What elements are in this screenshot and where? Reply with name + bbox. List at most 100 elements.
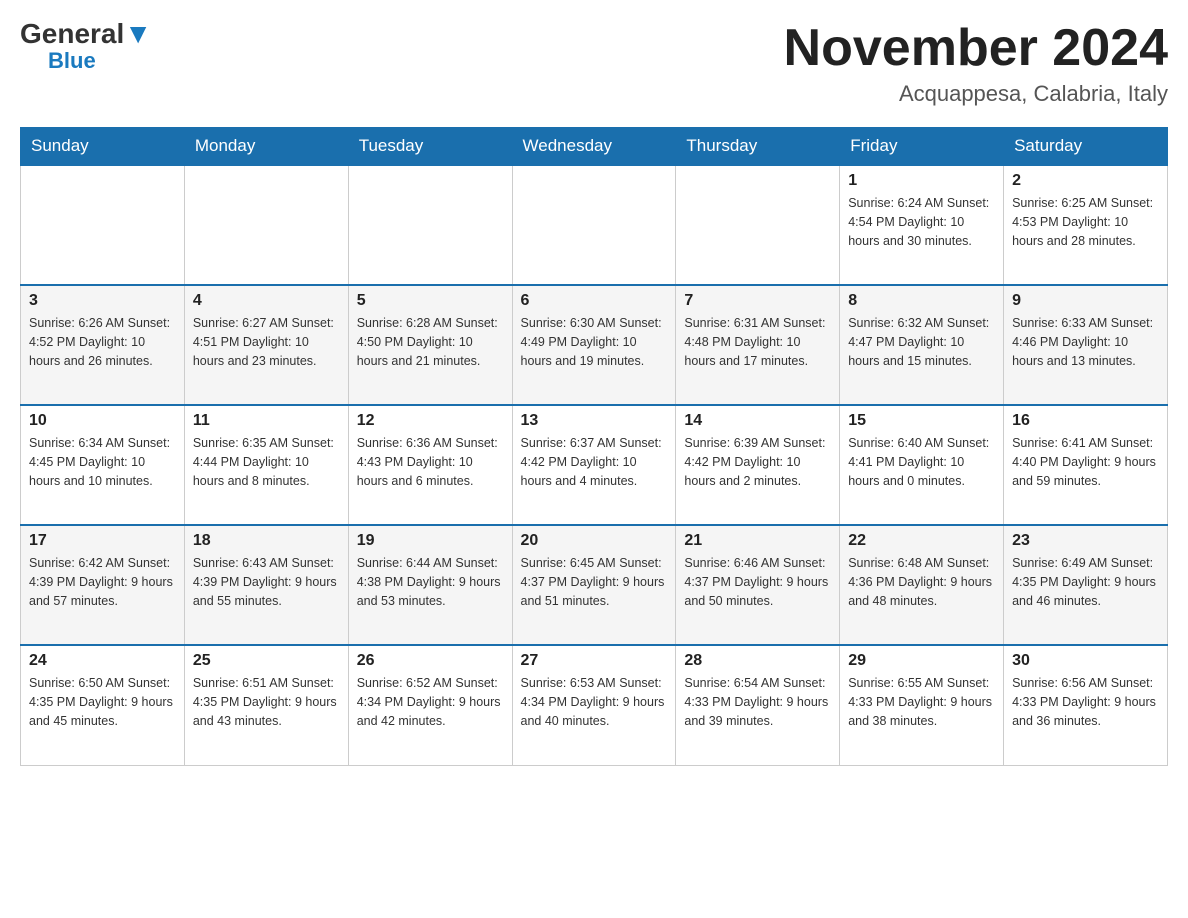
day-info: Sunrise: 6:52 AM Sunset: 4:34 PM Dayligh…: [357, 674, 504, 730]
week-row-2: 3 Sunrise: 6:26 AM Sunset: 4:52 PM Daylig…: [21, 285, 1168, 405]
col-sunday: Sunday: [21, 128, 185, 166]
day-info: Sunrise: 6:56 AM Sunset: 4:33 PM Dayligh…: [1012, 674, 1159, 730]
calendar-cell: 5Sunrise: 6:28 AM Sunset: 4:50 PM Daylig…: [348, 285, 512, 405]
day-info: Sunrise: 6:27 AM Sunset: 4:51 PM Dayligh…: [193, 314, 340, 370]
day-info: Sunrise: 6:43 AM Sunset: 4:39 PM Dayligh…: [193, 554, 340, 610]
calendar-cell: 3 Sunrise: 6:26 AM Sunset: 4:52 PM Daylig…: [21, 285, 185, 405]
day-number: 12: [357, 412, 504, 430]
day-info: Sunrise: 6:26 AM Sunset: 4:52 PM Dayligh…: [29, 314, 176, 370]
day-info: Sunrise: 6:39 AM Sunset: 4:42 PM Dayligh…: [684, 434, 831, 490]
day-info: Sunrise: 6:49 AM Sunset: 4:35 PM Dayligh…: [1012, 554, 1159, 610]
day-number: 30: [1012, 652, 1159, 670]
calendar-cell: 8 Sunrise: 6:32 AM Sunset: 4:47 PM Daylig…: [840, 285, 1004, 405]
day-number: 27: [521, 652, 668, 670]
day-info: Sunrise: 6:46 AM Sunset: 4:37 PM Dayligh…: [684, 554, 831, 610]
calendar-cell: 4 Sunrise: 6:27 AM Sunset: 4:51 PM Daylig…: [184, 285, 348, 405]
day-info: Sunrise: 6:24 AM Sunset: 4:54 PM Dayligh…: [848, 194, 995, 250]
calendar-cell: 30 Sunrise: 6:56 AM Sunset: 4:33 PM Dayli…: [1004, 645, 1168, 765]
calendar-cell: 21 Sunrise: 6:46 AM Sunset: 4:37 PM Dayli…: [676, 525, 840, 645]
day-number: 22: [848, 532, 995, 550]
day-number: 25: [193, 652, 340, 670]
day-number: 23: [1012, 532, 1159, 550]
calendar-cell: 7 Sunrise: 6:31 AM Sunset: 4:48 PM Daylig…: [676, 285, 840, 405]
calendar-cell: 27 Sunrise: 6:53 AM Sunset: 4:34 PM Dayli…: [512, 645, 676, 765]
day-info: Sunrise: 6:25 AM Sunset: 4:53 PM Dayligh…: [1012, 194, 1159, 250]
day-info: Sunrise: 6:55 AM Sunset: 4:33 PM Dayligh…: [848, 674, 995, 730]
calendar-cell: 23 Sunrise: 6:49 AM Sunset: 4:35 PM Dayli…: [1004, 525, 1168, 645]
month-title: November 2024: [784, 20, 1168, 77]
day-info: Sunrise: 6:33 AM Sunset: 4:46 PM Dayligh…: [1012, 314, 1159, 370]
calendar-cell: 2 Sunrise: 6:25 AM Sunset: 4:53 PM Daylig…: [1004, 165, 1168, 285]
day-info: Sunrise: 6:40 AM Sunset: 4:41 PM Dayligh…: [848, 434, 995, 490]
day-number: 26: [357, 652, 504, 670]
calendar-cell: [348, 165, 512, 285]
col-tuesday: Tuesday: [348, 128, 512, 166]
day-info: Sunrise: 6:35 AM Sunset: 4:44 PM Dayligh…: [193, 434, 340, 490]
calendar-cell: 18 Sunrise: 6:43 AM Sunset: 4:39 PM Dayli…: [184, 525, 348, 645]
calendar-cell: 16 Sunrise: 6:41 AM Sunset: 4:40 PM Dayli…: [1004, 405, 1168, 525]
logo: General▼ Blue: [20, 20, 152, 74]
calendar-cell: 29 Sunrise: 6:55 AM Sunset: 4:33 PM Dayli…: [840, 645, 1004, 765]
day-number: 13: [521, 412, 668, 430]
day-number: 1: [848, 172, 995, 190]
calendar-cell: 6Sunrise: 6:30 AM Sunset: 4:49 PM Daylig…: [512, 285, 676, 405]
day-number: 2: [1012, 172, 1159, 190]
day-number: 20: [521, 532, 668, 550]
calendar-header-row: Sunday Monday Tuesday Wednesday Thursday…: [21, 128, 1168, 166]
day-number: 14: [684, 412, 831, 430]
week-row-1: 1 Sunrise: 6:24 AM Sunset: 4:54 PM Daylig…: [21, 165, 1168, 285]
calendar-cell: 17Sunrise: 6:42 AM Sunset: 4:39 PM Dayli…: [21, 525, 185, 645]
logo-triangle-icon: ▼: [124, 18, 152, 49]
day-number: 24: [29, 652, 176, 670]
col-saturday: Saturday: [1004, 128, 1168, 166]
col-wednesday: Wednesday: [512, 128, 676, 166]
day-number: 8: [848, 292, 995, 310]
day-number: 10: [29, 412, 176, 430]
location: Acquappesa, Calabria, Italy: [784, 81, 1168, 107]
calendar-cell: 12 Sunrise: 6:36 AM Sunset: 4:43 PM Dayli…: [348, 405, 512, 525]
day-info: Sunrise: 6:45 AM Sunset: 4:37 PM Dayligh…: [521, 554, 668, 610]
day-number: 11: [193, 412, 340, 430]
day-number: 3: [29, 292, 176, 310]
page-header: General▼ Blue November 2024 Acquappesa, …: [20, 20, 1168, 107]
calendar-cell: 28Sunrise: 6:54 AM Sunset: 4:33 PM Dayli…: [676, 645, 840, 765]
day-info: Sunrise: 6:30 AM Sunset: 4:49 PM Dayligh…: [521, 314, 668, 370]
logo-blue-text: Blue: [48, 48, 96, 74]
day-info: Sunrise: 6:32 AM Sunset: 4:47 PM Dayligh…: [848, 314, 995, 370]
calendar-cell: 1 Sunrise: 6:24 AM Sunset: 4:54 PM Daylig…: [840, 165, 1004, 285]
day-info: Sunrise: 6:41 AM Sunset: 4:40 PM Dayligh…: [1012, 434, 1159, 490]
calendar-cell: 25 Sunrise: 6:51 AM Sunset: 4:35 PM Dayli…: [184, 645, 348, 765]
calendar-table: Sunday Monday Tuesday Wednesday Thursday…: [20, 127, 1168, 766]
day-number: 29: [848, 652, 995, 670]
day-number: 16: [1012, 412, 1159, 430]
day-number: 18: [193, 532, 340, 550]
week-row-5: 24 Sunrise: 6:50 AM Sunset: 4:35 PM Dayli…: [21, 645, 1168, 765]
day-number: 4: [193, 292, 340, 310]
calendar-cell: 10 Sunrise: 6:34 AM Sunset: 4:45 PM Dayli…: [21, 405, 185, 525]
day-info: Sunrise: 6:51 AM Sunset: 4:35 PM Dayligh…: [193, 674, 340, 730]
day-info: Sunrise: 6:42 AM Sunset: 4:39 PM Dayligh…: [29, 554, 176, 610]
calendar-cell: 11 Sunrise: 6:35 AM Sunset: 4:44 PM Dayli…: [184, 405, 348, 525]
calendar-cell: 9 Sunrise: 6:33 AM Sunset: 4:46 PM Daylig…: [1004, 285, 1168, 405]
col-friday: Friday: [840, 128, 1004, 166]
day-info: Sunrise: 6:53 AM Sunset: 4:34 PM Dayligh…: [521, 674, 668, 730]
calendar-cell: 15Sunrise: 6:40 AM Sunset: 4:41 PM Dayli…: [840, 405, 1004, 525]
day-info: Sunrise: 6:44 AM Sunset: 4:38 PM Dayligh…: [357, 554, 504, 610]
col-monday: Monday: [184, 128, 348, 166]
day-number: 9: [1012, 292, 1159, 310]
week-row-3: 10 Sunrise: 6:34 AM Sunset: 4:45 PM Dayli…: [21, 405, 1168, 525]
day-number: 5: [357, 292, 504, 310]
day-info: Sunrise: 6:34 AM Sunset: 4:45 PM Dayligh…: [29, 434, 176, 490]
day-info: Sunrise: 6:31 AM Sunset: 4:48 PM Dayligh…: [684, 314, 831, 370]
logo-general-text: General▼: [20, 20, 152, 48]
calendar-cell: 19Sunrise: 6:44 AM Sunset: 4:38 PM Dayli…: [348, 525, 512, 645]
day-number: 21: [684, 532, 831, 550]
day-number: 7: [684, 292, 831, 310]
day-info: Sunrise: 6:37 AM Sunset: 4:42 PM Dayligh…: [521, 434, 668, 490]
day-info: Sunrise: 6:36 AM Sunset: 4:43 PM Dayligh…: [357, 434, 504, 490]
calendar-cell: [184, 165, 348, 285]
calendar-cell: [676, 165, 840, 285]
calendar-cell: 20 Sunrise: 6:45 AM Sunset: 4:37 PM Dayli…: [512, 525, 676, 645]
day-info: Sunrise: 6:54 AM Sunset: 4:33 PM Dayligh…: [684, 674, 831, 730]
day-info: Sunrise: 6:50 AM Sunset: 4:35 PM Dayligh…: [29, 674, 176, 730]
